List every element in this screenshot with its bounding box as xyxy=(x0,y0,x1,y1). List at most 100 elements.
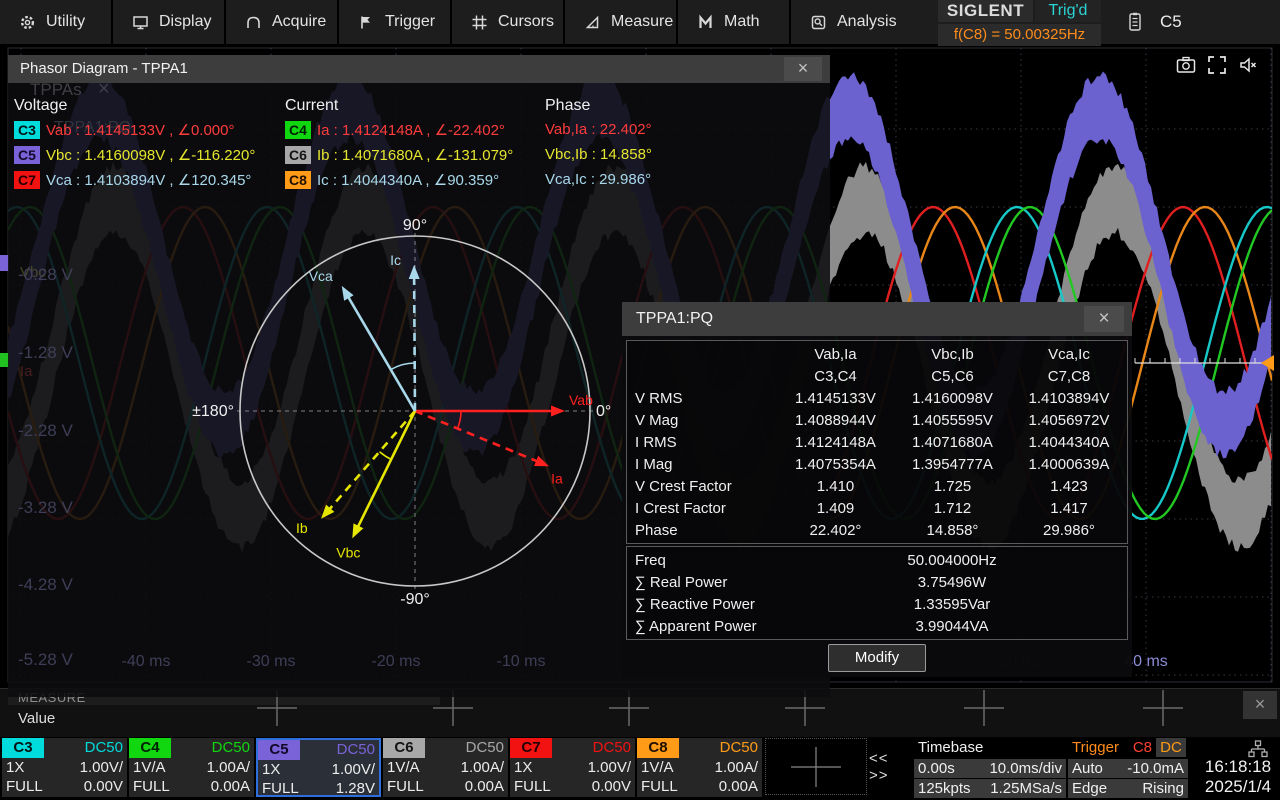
voltage-row-vab: C3 Vab : 1.4145133V , ∠0.000° xyxy=(14,121,234,139)
flag-icon xyxy=(358,14,375,31)
channel-offset: 0.00A xyxy=(211,778,250,795)
timebase-title: Timebase xyxy=(918,739,983,756)
menu-measure[interactable]: Measure xyxy=(565,0,678,44)
channel-offset: 0.00V xyxy=(592,778,631,795)
modify-button[interactable]: Modify xyxy=(828,644,926,672)
channel-coupling: DC50 xyxy=(466,738,504,758)
phasor-close-button[interactable]: × xyxy=(784,57,822,81)
phase-row-vbc-ib: Vbc,Ib : 14.858° xyxy=(545,146,652,163)
vector-label-ia: Ia xyxy=(551,470,563,486)
menu-trigger[interactable]: Trigger xyxy=(339,0,452,44)
pq-row-reactive-power: ∑ Reactive Power1.33595Var xyxy=(627,593,1127,615)
phasor-window-title: Phasor Diagram - TPPA1 xyxy=(20,60,188,77)
current-column-header: Current xyxy=(285,97,338,115)
trigger-source: C8 xyxy=(1133,739,1152,756)
menu-display[interactable]: Display xyxy=(113,0,226,44)
phasor-vector-vca xyxy=(347,295,415,412)
channel-badge-c3: C3 xyxy=(14,121,40,139)
channel-bandwidth: FULL xyxy=(514,778,551,795)
menu-cursors[interactable]: Cursors xyxy=(452,0,565,44)
measure-slot-add-icon[interactable] xyxy=(964,690,1004,726)
pq-summary-table: Freq50.004000Hz ∑ Real Power3.75496W ∑ R… xyxy=(626,546,1128,640)
current-row-ib: C6Ib : 1.4071680A , ∠-131.079° xyxy=(285,146,513,164)
channel-coupling: DC50 xyxy=(593,738,631,758)
channel-block-c4[interactable]: C4DC50 1V/A1.00A/ FULL0.00A xyxy=(129,738,254,797)
menu-acquire[interactable]: Acquire xyxy=(226,0,339,44)
channel-block-c5[interactable]: C5DC50 1X1.00V/ FULL1.28V xyxy=(256,738,381,797)
trigger-type: Edge xyxy=(1072,780,1107,797)
sound-off-icon[interactable] xyxy=(1238,55,1258,75)
channel-offset: 0.00V xyxy=(84,778,123,795)
menu-math[interactable]: Math xyxy=(678,0,791,44)
menu-analysis[interactable]: Analysis xyxy=(791,0,931,44)
clipboard-icon[interactable] xyxy=(1128,12,1142,32)
channel-badge-c4: C4 xyxy=(285,121,311,139)
phasor-window-titlebar[interactable]: Phasor Diagram - TPPA1 × xyxy=(8,55,830,83)
fullscreen-icon[interactable] xyxy=(1207,55,1227,75)
axis-label-180: ±180° xyxy=(192,403,234,420)
phase-row-vca-ic: Vca,Ic : 29.986° xyxy=(545,171,651,188)
pq-header-row-pairs: Vab,Ia Vbc,Ib Vca,Ic xyxy=(627,343,1127,365)
channel-block-c7[interactable]: C7DC50 1X1.00V/ FULL0.00V xyxy=(510,738,635,797)
channel-badge-c8: C8 xyxy=(285,171,311,189)
channel-offset: 0.00A xyxy=(719,778,758,795)
voltage-reading: Vab : 1.4145133V , ∠0.000° xyxy=(46,122,234,139)
channel-badge-c6: C6 xyxy=(285,146,311,164)
phase-angle-arc xyxy=(391,363,415,370)
vector-label-ic: Ic xyxy=(390,252,401,268)
pq-row-vrms: V RMS1.4145133V1.4160098V1.4103894V xyxy=(627,387,1127,409)
voltage-row-vca: C7Vca : 1.4103894V , ∠120.345° xyxy=(14,171,251,189)
pq-close-button[interactable]: × xyxy=(1084,306,1124,332)
menu-label: Cursors xyxy=(498,13,554,31)
channel-bandwidth: FULL xyxy=(262,780,299,797)
phase-row-vab-ia: Vab,Ia : 22.402° xyxy=(545,121,652,138)
current-reading: Ia : 1.4124148A , ∠-22.402° xyxy=(317,122,505,139)
menu-utility[interactable]: Utility xyxy=(0,0,113,44)
trigger-status: Trig'd xyxy=(1035,0,1101,22)
trigger-title: Trigger xyxy=(1072,739,1119,756)
channel-block-c3[interactable]: C3DC50 1X1.00V/ FULL0.00V xyxy=(2,738,127,797)
system-date: 2025/1/4 xyxy=(1198,777,1278,797)
cursors-icon xyxy=(471,14,488,31)
phase-angle-arc xyxy=(380,452,392,460)
voltage-column-header: Voltage xyxy=(14,97,67,115)
pq-window-title: TPPA1:PQ xyxy=(636,310,713,327)
menu-label: Display xyxy=(159,13,211,31)
acquire-icon xyxy=(245,14,262,31)
channel-scale: 1.00V/ xyxy=(588,759,631,776)
pq-header-row-channels: C3,C4 C5,C6 C7,C8 xyxy=(627,365,1127,387)
channel-probe: 1X xyxy=(6,759,24,776)
channel-offset: 1.28V xyxy=(336,780,375,797)
pq-window-titlebar[interactable]: TPPA1:PQ × xyxy=(622,302,1132,336)
timebase-block[interactable]: Timebase 0.00s10.0ms/div 125kpts1.25MSa/… xyxy=(914,738,1066,797)
pq-row-phase: Phase22.402°14.858°29.986° xyxy=(627,519,1127,541)
measure-row-label: Value xyxy=(18,710,55,727)
channel-block-c8[interactable]: C8DC50 1V/A1.00A/ FULL0.00A xyxy=(637,738,762,797)
timebase-scale: 10.0ms/div xyxy=(989,760,1062,777)
current-row-ia: C4 Ia : 1.4124148A , ∠-22.402° xyxy=(285,121,505,139)
channel-probe: 1V/A xyxy=(387,759,420,776)
channel-id: C5 xyxy=(258,740,300,760)
frequency-counter: f(C8) = 50.00325Hz xyxy=(938,24,1101,46)
trigger-block[interactable]: Trigger C8 DC Auto-10.0mA EdgeRising xyxy=(1068,738,1188,797)
network-icon[interactable] xyxy=(1248,740,1268,758)
measure-close-button[interactable]: × xyxy=(1243,691,1277,719)
pq-row-real-power: ∑ Real Power3.75496W xyxy=(627,571,1127,593)
channel-probe: 1X xyxy=(514,759,532,776)
vector-label-vbc: Vbc xyxy=(336,544,360,560)
channel-bandwidth: FULL xyxy=(6,778,43,795)
current-row-ic: C8Ic : 1.4044340A , ∠90.359° xyxy=(285,171,499,189)
vector-label-vab: Vab xyxy=(569,392,593,408)
channel-block-c6[interactable]: C6DC50 1V/A1.00A/ FULL0.00A xyxy=(383,738,508,797)
phase-angle-arc xyxy=(458,411,462,429)
trace-nav-buttons[interactable]: << >> xyxy=(869,738,913,795)
vector-arrowhead xyxy=(342,286,354,301)
camera-icon[interactable] xyxy=(1176,55,1196,75)
channel-badge-c5: C5 xyxy=(14,146,40,164)
trigger-level: -10.0mA xyxy=(1127,760,1184,777)
active-channel-indicator[interactable]: C5 xyxy=(1160,12,1182,32)
measure-slot-add-icon[interactable] xyxy=(1143,690,1183,726)
empty-channel-slot[interactable] xyxy=(765,738,867,795)
pq-row-vcrest: V Crest Factor1.4101.7251.423 xyxy=(627,475,1127,497)
pq-table: Vab,Ia Vbc,Ib Vca,Ic C3,C4 C5,C6 C7,C8 V… xyxy=(626,340,1128,544)
